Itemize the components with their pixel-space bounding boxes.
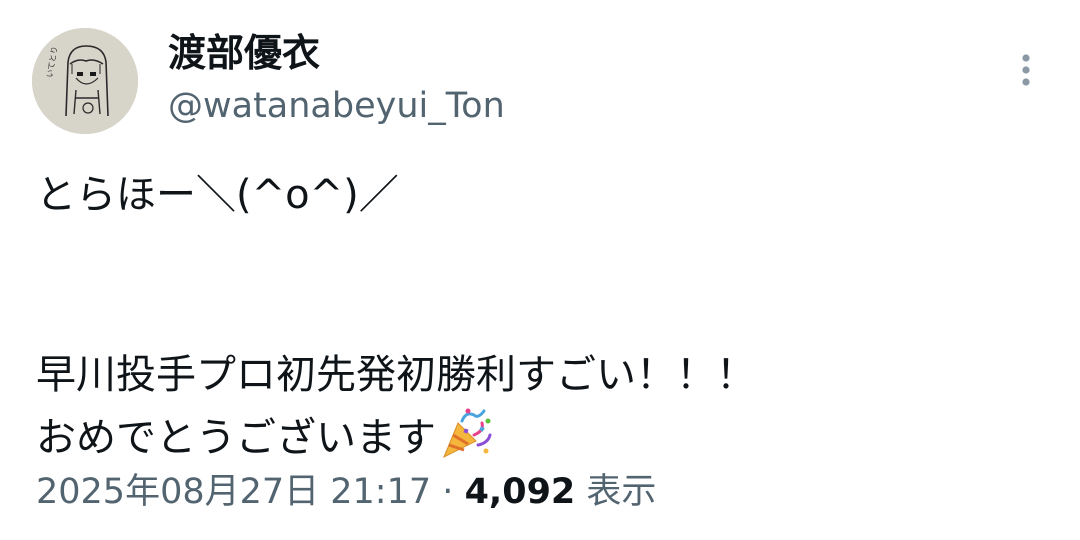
more-options-button[interactable] — [1008, 48, 1044, 92]
party-popper-icon — [438, 405, 494, 461]
more-vertical-icon — [1022, 54, 1030, 86]
tweet-timestamp[interactable]: 2025年08月27日 21:17 — [36, 472, 431, 512]
hand-drawn-girl-avatar-icon: いてとり — [32, 28, 138, 134]
avatar[interactable]: いてとり — [32, 28, 138, 134]
author-display-name[interactable]: 渡部優衣 — [168, 30, 320, 76]
tweet-line: 早川投手プロ初先発初勝利すごい！！！ — [36, 352, 756, 398]
tweet-text: とらほー＼(^o^)／ 早川投手プロ初先発初勝利すごい！！！ おめでとうございま… — [36, 165, 1036, 465]
views-label: 表示 — [586, 472, 657, 512]
tweet-card: いてとり 渡部優衣 @watanabeyui_Ton とらほー＼(^o^)／ 早… — [0, 0, 1080, 540]
tweet-meta: 2025年08月27日 21:17 · 4,092 表示 — [36, 468, 656, 516]
tweet-line-with-emoji: おめでとうございます — [36, 405, 1036, 465]
meta-separator: · — [442, 472, 454, 512]
author-handle[interactable]: @watanabeyui_Ton — [168, 84, 505, 128]
tweet-line-text: おめでとうございます — [36, 415, 436, 461]
tweet-line: とらほー＼(^o^)／ — [36, 172, 399, 218]
views-count[interactable]: 4,092 — [465, 472, 576, 512]
